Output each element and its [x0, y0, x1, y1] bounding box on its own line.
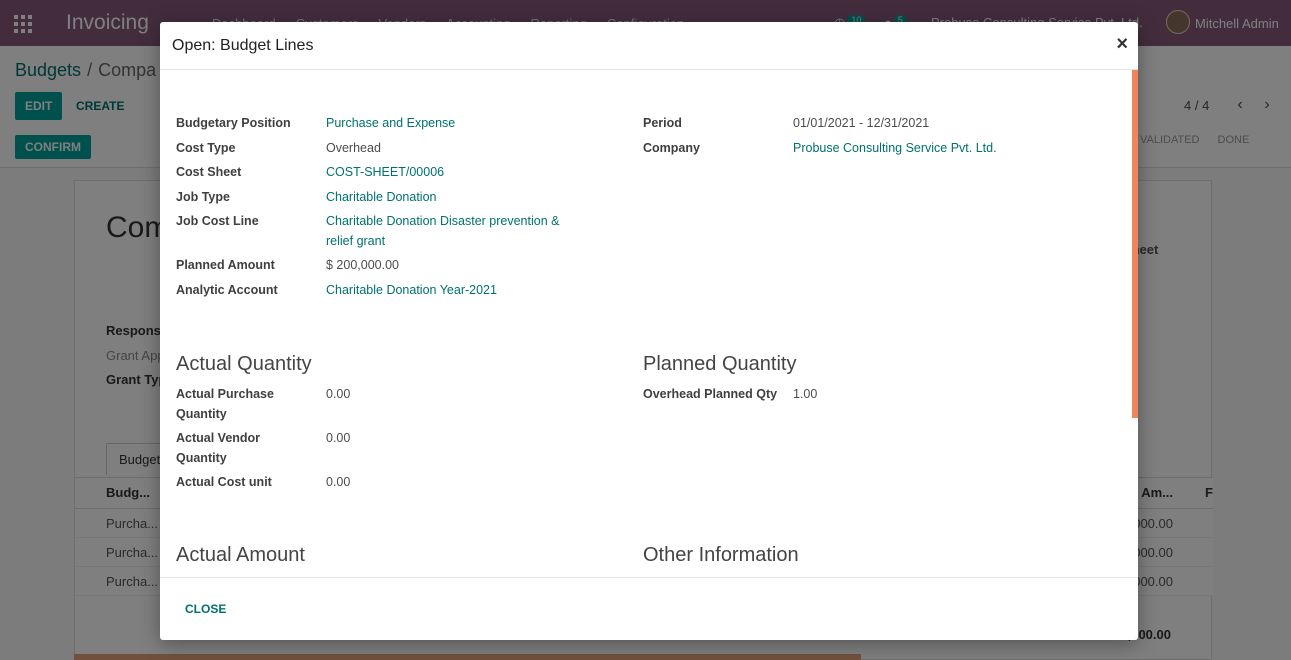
field-company: Company Probuse Consulting Service Pvt. …: [643, 139, 1113, 159]
field-value: 0.00: [326, 475, 351, 489]
actual-quantity-group: Actual Purchase Quantity 0.00 Actual Ven…: [176, 385, 596, 493]
modal-header: Open: Budget Lines ×: [160, 22, 1138, 70]
field-overhead-planned-qty: Overhead Planned Qty 1.00: [643, 385, 1113, 405]
field-label: Planned Amount: [176, 258, 275, 272]
field-job-type: Job Type Charitable Donation: [176, 188, 596, 208]
field-actual-purchase-quantity: Actual Purchase Quantity 0.00: [176, 385, 596, 424]
section-title-other-information: Other Information: [643, 544, 799, 566]
section-title-actual-amount: Actual Amount: [176, 544, 305, 566]
field-analytic-account: Analytic Account Charitable Donation Yea…: [176, 281, 596, 301]
modal-body: Budgetary Position Purchase and Expense …: [160, 70, 1132, 577]
vertical-scrollbar[interactable]: [1132, 70, 1138, 418]
field-label: Budgetary Position: [176, 116, 291, 130]
main-fields-group: Budgetary Position Purchase and Expense …: [176, 114, 596, 300]
field-label: Actual Cost unit: [176, 475, 272, 489]
field-label: Company: [643, 140, 700, 155]
field-value: Overhead: [326, 140, 381, 155]
field-value: $ 200,000.00: [326, 258, 399, 272]
section-title-planned-quantity: Planned Quantity: [643, 353, 797, 375]
field-label: Job Type: [176, 189, 230, 204]
field-label: Actual Purchase Quantity: [176, 387, 274, 421]
field-value-link[interactable]: Charitable Donation: [326, 188, 596, 208]
field-value-link[interactable]: Probuse Consulting Service Pvt. Ltd.: [793, 139, 1113, 159]
field-cost-type: Cost Type Overhead: [176, 139, 596, 159]
field-label: Job Cost Line: [176, 214, 259, 228]
field-value: 1.00: [793, 387, 818, 401]
field-value-link[interactable]: Charitable Donation Disaster prevention …: [326, 212, 586, 251]
field-value-link[interactable]: COST-SHEET/00006: [326, 163, 596, 183]
field-cost-sheet: Cost Sheet COST-SHEET/00006: [176, 163, 596, 183]
field-label: Actual Vendor Quantity: [176, 431, 261, 465]
field-label: Analytic Account: [176, 282, 278, 297]
field-value: 0.00: [326, 387, 351, 401]
field-actual-vendor-quantity: Actual Vendor Quantity 0.00: [176, 429, 596, 468]
field-label: Period: [643, 116, 682, 130]
field-value: 01/01/2021 - 12/31/2021: [793, 116, 930, 130]
period-fields-group: Period 01/01/2021 - 12/31/2021 Company P…: [643, 114, 1113, 158]
section-title-actual-quantity: Actual Quantity: [176, 353, 312, 375]
modal-title: Open: Budget Lines: [172, 37, 314, 54]
field-budgetary-position: Budgetary Position Purchase and Expense: [176, 114, 596, 134]
field-value: 0.00: [326, 431, 351, 445]
field-value-link[interactable]: Charitable Donation Year-2021: [326, 281, 596, 301]
field-label: Overhead Planned Qty: [643, 387, 778, 401]
close-icon[interactable]: ×: [1116, 33, 1128, 56]
field-job-cost-line: Job Cost Line Charitable Donation Disast…: [176, 212, 596, 251]
field-value-link[interactable]: Purchase and Expense: [326, 114, 596, 134]
field-label: Cost Sheet: [176, 165, 242, 179]
modal-footer: CLOSE: [160, 577, 1138, 640]
field-actual-cost-unit: Actual Cost unit 0.00: [176, 473, 596, 493]
budget-line-dialog: Open: Budget Lines × Budgetary Position …: [160, 22, 1138, 640]
planned-quantity-group: Overhead Planned Qty 1.00: [643, 385, 1113, 405]
close-button[interactable]: CLOSE: [185, 602, 226, 616]
field-label: Cost Type: [176, 140, 236, 155]
field-period: Period 01/01/2021 - 12/31/2021: [643, 114, 1113, 134]
field-planned-amount: Planned Amount $ 200,000.00: [176, 256, 596, 276]
